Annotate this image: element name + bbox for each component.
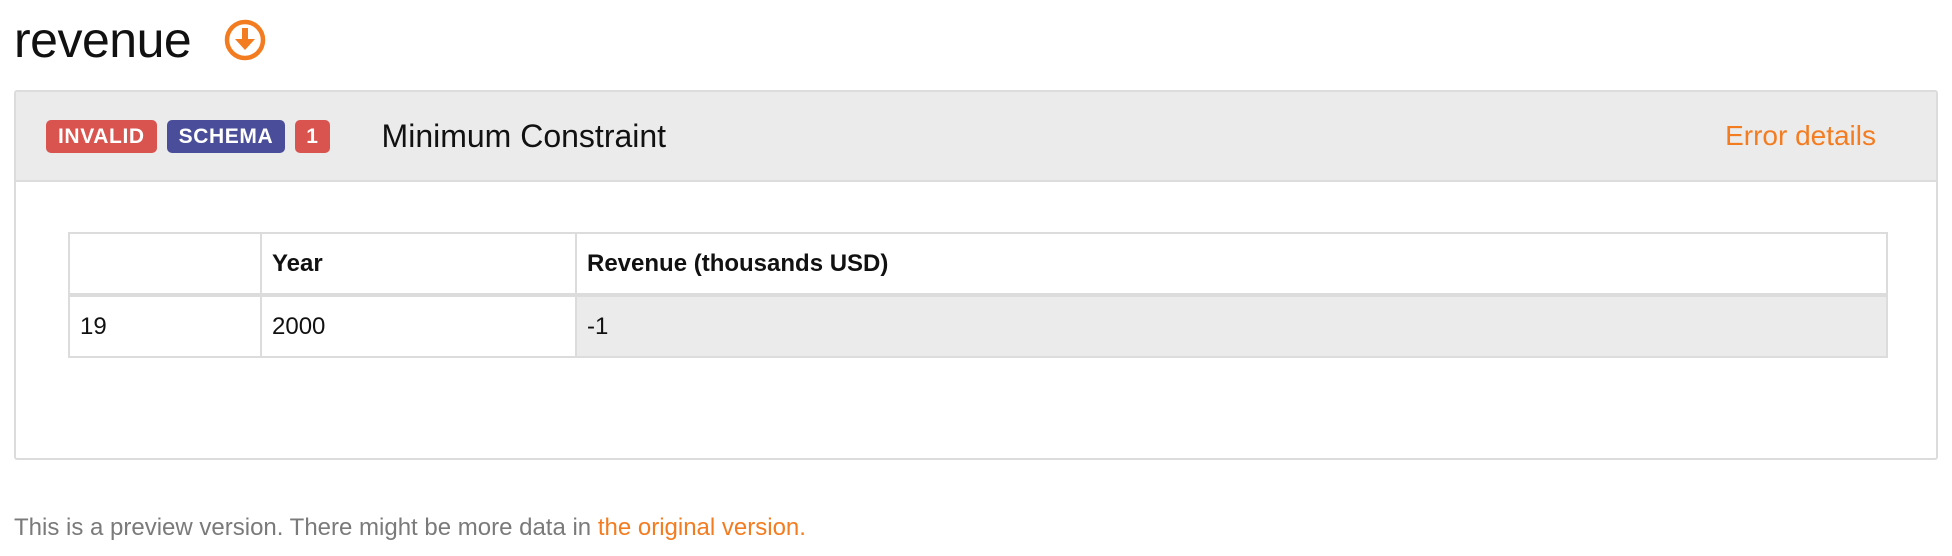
preview-note: This is a preview version. There might b…	[14, 514, 806, 542]
revenue-error-cell: -1	[575, 294, 1888, 358]
row-number-cell: 19	[68, 294, 262, 358]
error-table: Year Revenue (thousands USD) 19 2000 -1	[68, 232, 1888, 358]
resource-title: revenue	[14, 12, 192, 68]
error-table-wrapper: Year Revenue (thousands USD) 19 2000 -1	[68, 232, 1888, 358]
table-header-row: Year Revenue (thousands USD)	[68, 232, 1888, 297]
invalid-badge: INVALID	[46, 119, 157, 153]
resource-title-row: revenue	[14, 8, 267, 72]
header-year: Year	[260, 232, 577, 297]
download-icon[interactable]	[223, 18, 267, 62]
error-type-title: Minimum Constraint	[381, 117, 667, 154]
error-panel: INVALID SCHEMA 1 Minimum Constraint Erro…	[14, 90, 1938, 460]
report-page: revenue INVALID SCHEMA 1 Minimum Constra…	[0, 0, 1952, 556]
error-count-badge: 1	[295, 119, 330, 153]
schema-badge: SCHEMA	[166, 119, 286, 153]
year-cell: 2000	[260, 294, 577, 358]
error-panel-header[interactable]: INVALID SCHEMA 1 Minimum Constraint Erro…	[16, 92, 1936, 182]
preview-note-text: This is a preview version. There might b…	[14, 514, 598, 541]
original-version-link[interactable]: the original version.	[598, 514, 806, 541]
header-revenue: Revenue (thousands USD)	[575, 232, 1888, 297]
table-row: 19 2000 -1	[68, 294, 1888, 358]
error-details-link[interactable]: Error details	[1725, 92, 1876, 180]
header-row-number	[68, 232, 262, 297]
